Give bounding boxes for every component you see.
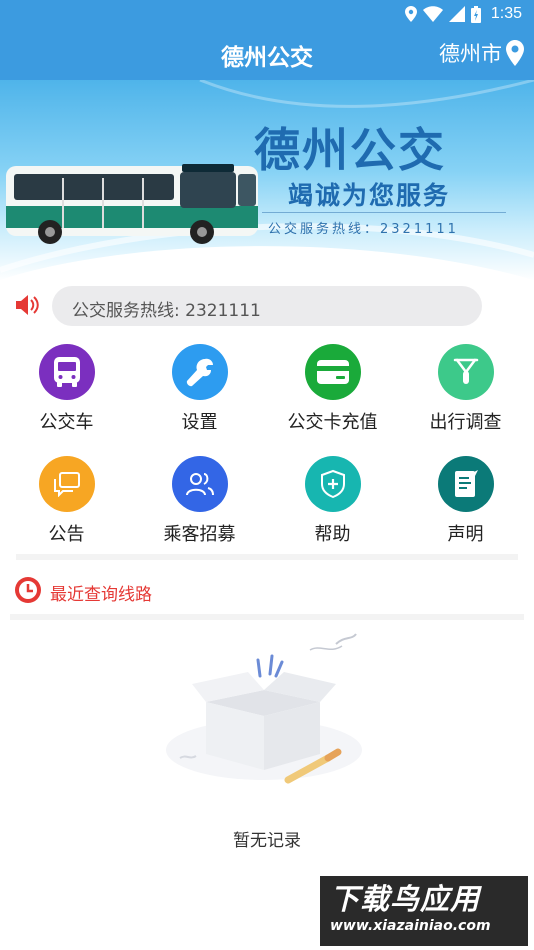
grid-icon-circle <box>38 344 95 400</box>
grid-item-travel-survey[interactable]: 出行调查 <box>399 338 532 438</box>
banner-hotline: 公交服务热线：2321111 <box>268 222 459 237</box>
status-icons: 1:35 <box>404 4 522 24</box>
grid-item-statement[interactable]: 声明 <box>399 450 532 550</box>
banner-title: 德州公交 <box>254 123 446 177</box>
status-bar: 1:35 <box>0 0 534 28</box>
banner-subtitle: 竭诚为您服务 <box>288 181 451 210</box>
city-label: 德州市 <box>439 42 502 66</box>
bus-illustration <box>6 164 258 244</box>
section-divider <box>10 614 524 620</box>
city-selector-button[interactable]: 德州市 <box>439 38 524 68</box>
grid-item-recruit[interactable]: 乘客招募 <box>133 450 266 550</box>
app-screen: 1:35 德州公交 德州市 德州公交 竭诚为您服务 公交服务热线：2321111… <box>0 0 534 950</box>
watermark: 下载鸟应用 www.xiazainiao.com <box>320 876 528 946</box>
bus-icon <box>53 357 80 387</box>
chat-icon <box>53 472 80 497</box>
bicycle-icon <box>453 358 478 384</box>
grid-label: 公交卡充值 <box>287 412 378 433</box>
grid-icon-circle <box>171 344 228 400</box>
grid-label: 出行调查 <box>429 412 502 433</box>
grid-icon-circle <box>437 456 494 512</box>
section-divider <box>16 554 518 560</box>
grid-label: 公告 <box>48 524 85 545</box>
empty-box-icon <box>166 633 362 784</box>
clock-icon <box>15 577 41 603</box>
recent-lines-header: 最近查询线路 <box>0 572 534 608</box>
grid-item-announcement[interactable]: 公告 <box>0 450 133 550</box>
grid-icon-circle <box>304 456 361 512</box>
banner[interactable]: 德州公交 竭诚为您服务 公交服务热线：2321111 <box>0 80 534 282</box>
grid-icon-circle <box>304 344 361 400</box>
speaker-icon <box>16 295 39 315</box>
grid-label: 乘客招募 <box>163 524 236 545</box>
grid-item-settings[interactable]: 设置 <box>133 338 266 438</box>
wifi-icon <box>422 6 443 22</box>
notice-marquee[interactable]: 公交服务热线: 2321111 <box>52 286 482 326</box>
watermark-url: www.xiazainiao.com <box>330 918 491 934</box>
app-bar: 德州公交 德州市 <box>0 28 534 80</box>
grid-item-card-topup[interactable]: 公交卡充值 <box>266 338 399 438</box>
grid-label: 公交车 <box>39 412 94 433</box>
grid-item-bus[interactable]: 公交车 <box>0 338 133 438</box>
users-icon <box>185 473 214 496</box>
grid-icon-circle <box>437 344 494 400</box>
shield-plus-icon <box>320 469 345 499</box>
location-icon <box>404 6 417 22</box>
notice-text: 公交服务热线: 2321111 <box>72 301 261 321</box>
battery-icon <box>470 5 481 23</box>
grid-label: 设置 <box>181 412 218 433</box>
notice-bar: 公交服务热线: 2321111 <box>0 284 534 328</box>
signal-icon <box>448 6 465 22</box>
grid-label: 帮助 <box>314 524 351 545</box>
grid-icon-circle <box>171 456 228 512</box>
wrench-icon <box>186 358 213 387</box>
note-icon <box>454 470 478 497</box>
card-icon <box>316 360 349 384</box>
location-pin-icon <box>506 40 524 66</box>
status-time: 1:35 <box>490 5 522 22</box>
recent-lines-label: 最近查询线路 <box>50 585 152 605</box>
grid-item-help[interactable]: 帮助 <box>266 450 399 550</box>
watermark-title: 下载鸟应用 <box>330 882 481 916</box>
grid-icon-circle <box>38 456 95 512</box>
empty-state-text: 暂无记录 <box>233 831 301 851</box>
banner-divider <box>262 212 506 213</box>
grid-label: 声明 <box>447 524 484 545</box>
